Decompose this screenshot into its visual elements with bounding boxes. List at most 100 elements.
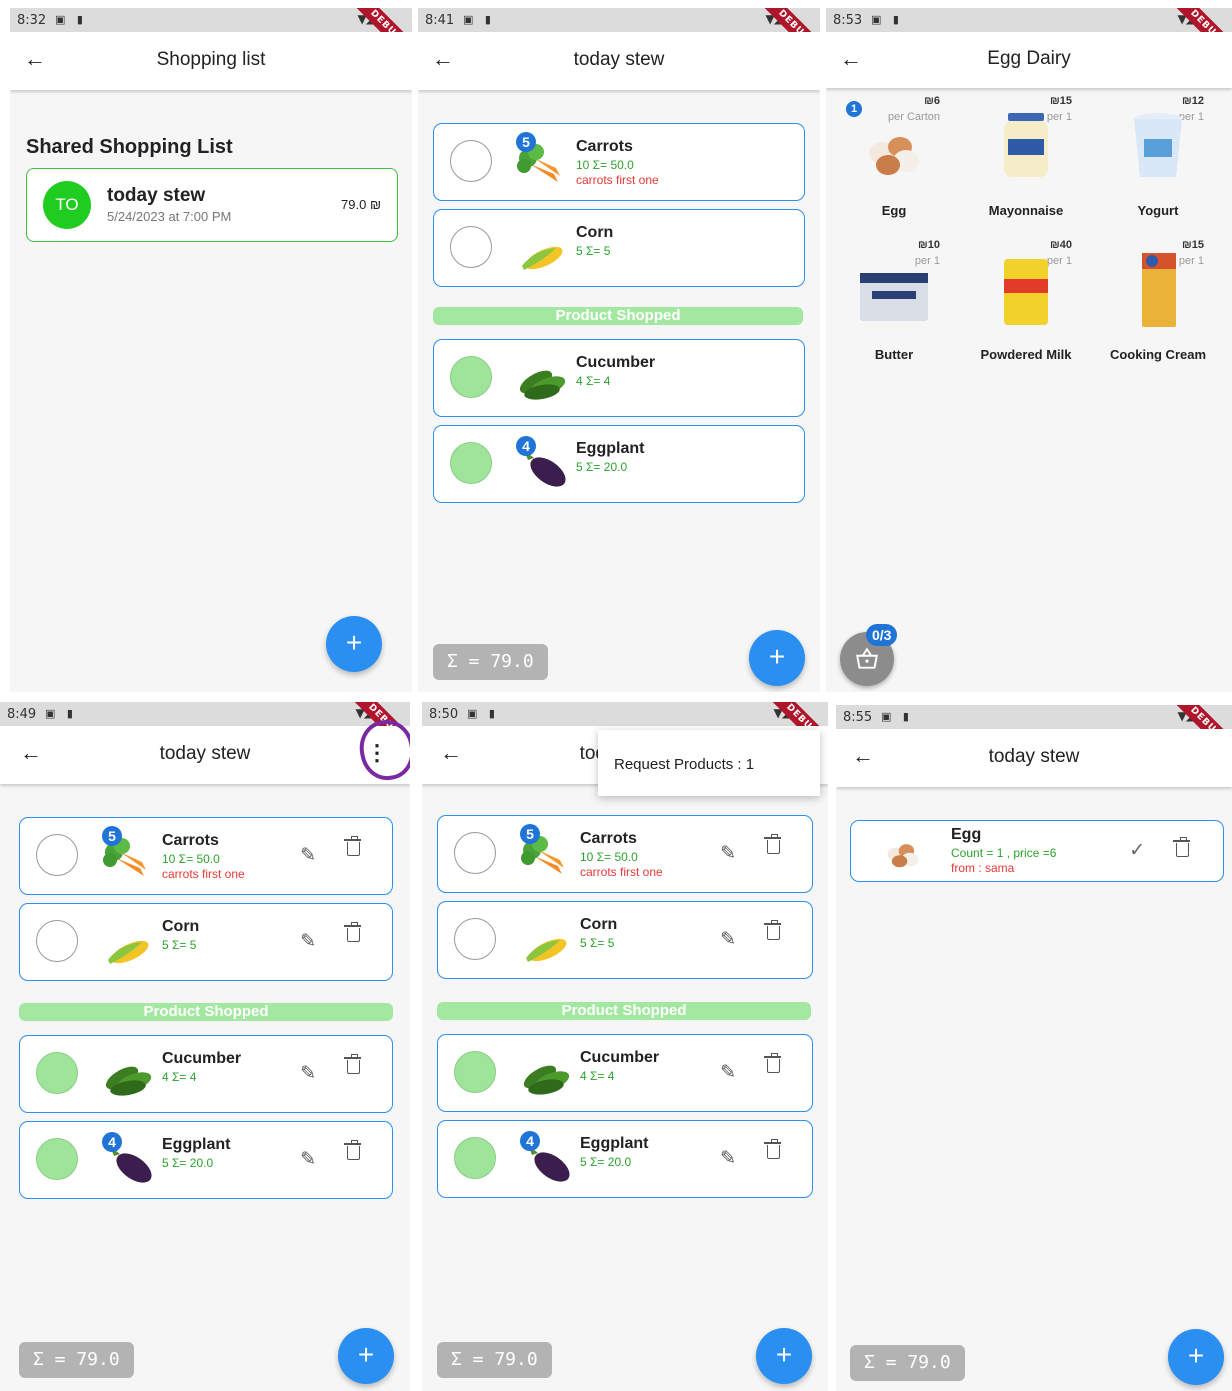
screen-shopping-list: 8:32 ▣ ▮ ▼◢ DEBUG ← Shopping list Shared… [10, 8, 412, 692]
check-circle[interactable] [454, 1051, 496, 1093]
item-name: Eggplant [580, 1135, 649, 1152]
check-circle[interactable] [36, 1138, 78, 1180]
quantity-badge: 5 [520, 824, 540, 844]
cucumber-image [523, 1065, 570, 1095]
page-title: today stew [573, 49, 665, 70]
check-circle[interactable] [36, 834, 78, 876]
app-bar: ← today stew [418, 32, 820, 90]
edit-pencil-icon[interactable]: ✎ [720, 1061, 736, 1084]
item-card-eggplant[interactable]: 4 Eggplant 5 Σ= 20.0 [433, 425, 805, 503]
request-card-egg[interactable]: Egg Count = 1 , price =6 from : sama ✓ [850, 820, 1224, 882]
notification-icons: ▣ ▮ [55, 13, 87, 26]
delete-trash-icon[interactable] [764, 1139, 781, 1159]
notification-icons: ▣ ▮ [463, 13, 495, 26]
delete-trash-icon[interactable] [764, 1053, 781, 1073]
delete-trash-icon[interactable] [764, 920, 781, 940]
check-circle[interactable] [450, 442, 492, 484]
status-bar: 8:50 ▣ ▮ ▼◢ [422, 702, 828, 726]
product-name: Cooking Cream [1109, 347, 1207, 362]
corn-image [522, 246, 563, 270]
check-circle[interactable] [454, 1137, 496, 1179]
product-tile-powdered-milk[interactable]: ₪40 per 1 Powdered Milk [960, 239, 1092, 379]
add-button[interactable]: + [338, 1328, 394, 1384]
product-name: Powdered Milk [980, 347, 1072, 362]
status-time: 8:50 [429, 707, 459, 722]
item-card-carrots[interactable]: 5 Carrots 10 Σ= 50.0 carrots first one [433, 123, 805, 201]
mayonnaise-jar-image [1004, 113, 1048, 177]
quantity-badge: 4 [102, 1132, 122, 1152]
check-circle[interactable] [454, 832, 496, 874]
check-circle[interactable] [454, 918, 496, 960]
item-quantity: 5 Σ= 5 [580, 936, 615, 950]
list-name: today stew [107, 185, 206, 206]
add-button[interactable]: + [1168, 1329, 1224, 1385]
product-tile-cooking-cream[interactable]: ₪15 per 1 Cooking Cream [1092, 239, 1224, 379]
edit-pencil-icon[interactable]: ✎ [720, 1147, 736, 1170]
add-button[interactable]: + [749, 630, 805, 686]
item-card-cucumber[interactable]: Cucumber 4 Σ= 4 ✎ [19, 1035, 393, 1113]
delete-trash-icon[interactable] [1173, 837, 1190, 857]
item-card-corn[interactable]: Corn 5 Σ= 5 ✎ [19, 903, 393, 981]
product-tile-butter[interactable]: ₪10 per 1 Butter [828, 239, 960, 379]
check-circle[interactable] [36, 920, 78, 962]
cucumber-image [105, 1066, 152, 1096]
item-quantity: 5 Σ= 20.0 [576, 460, 628, 474]
total-chip: Σ = 79.0 [433, 644, 548, 680]
status-bar: 8:49 ▣ ▮ ▼◢ [0, 702, 410, 726]
quantity-badge: 5 [516, 132, 536, 152]
accept-check-icon[interactable]: ✓ [1129, 839, 1145, 862]
item-quantity: 4 Σ= 4 [162, 1070, 197, 1084]
edit-pencil-icon[interactable]: ✎ [300, 1148, 316, 1171]
edit-pencil-icon[interactable]: ✎ [300, 930, 316, 953]
item-quantity: 4 Σ= 4 [580, 1069, 615, 1083]
item-card-carrots[interactable]: 5 Carrots 10 Σ= 50.0 carrots first one ✎ [437, 815, 813, 893]
delete-trash-icon[interactable] [344, 836, 361, 856]
total-chip: Σ = 79.0 [850, 1345, 965, 1381]
quantity-badge: 5 [102, 826, 122, 846]
section-title: Shared Shopping List [26, 136, 233, 158]
delete-trash-icon[interactable] [344, 922, 361, 942]
item-card-corn[interactable]: Corn 5 Σ= 5 ✎ [437, 901, 813, 979]
product-tile-yogurt[interactable]: ₪12 per 1 Yogurt [1092, 95, 1224, 235]
check-circle[interactable] [450, 226, 492, 268]
product-shopped-header: Product Shopped [437, 1002, 811, 1020]
add-button[interactable]: + [326, 616, 382, 672]
status-time: 8:49 [7, 707, 37, 722]
add-button[interactable]: + [756, 1328, 812, 1384]
shopping-list-card[interactable]: TO today stew 5/24/2023 at 7:00 PM 79.0 … [26, 168, 398, 242]
notification-icons: ▣ ▮ [45, 707, 77, 720]
item-card-eggplant[interactable]: 4 Eggplant 5 Σ= 20.0 ✎ [19, 1121, 393, 1199]
status-bar: 8:55 ▣ ▮ ▼◢ [836, 705, 1232, 729]
edit-pencil-icon[interactable]: ✎ [300, 844, 316, 867]
edit-pencil-icon[interactable]: ✎ [300, 1062, 316, 1085]
app-bar: ← Shopping list [10, 32, 412, 90]
edit-pencil-icon[interactable]: ✎ [720, 842, 736, 865]
item-name: Eggplant [162, 1136, 231, 1153]
product-shopped-header: Product Shopped [433, 307, 803, 325]
delete-trash-icon[interactable] [344, 1140, 361, 1160]
edit-pencil-icon[interactable]: ✎ [720, 928, 736, 951]
product-tile-egg[interactable]: 1 ₪6 per Carton Egg [828, 95, 960, 235]
egg-image [869, 137, 919, 175]
check-circle[interactable] [36, 1052, 78, 1094]
item-card-corn[interactable]: Corn 5 Σ= 5 [433, 209, 805, 287]
product-tile-mayonnaise[interactable]: ₪15 per 1 Mayonnaise [960, 95, 1092, 235]
check-circle[interactable] [450, 140, 492, 182]
delete-trash-icon[interactable] [764, 834, 781, 854]
overflow-menu: Request Products : 1 [598, 730, 820, 796]
item-name: Eggplant [576, 440, 645, 457]
product-name: Butter [874, 347, 914, 362]
cart-count-badge: 0/3 [866, 624, 898, 646]
delete-trash-icon[interactable] [344, 1054, 361, 1074]
notification-icons: ▣ ▮ [467, 707, 499, 720]
status-time: 8:32 [17, 13, 47, 28]
item-name: Corn [162, 918, 200, 935]
item-card-carrots[interactable]: 5 Carrots 10 Σ= 50.0 carrots first one ✎ [19, 817, 393, 895]
item-card-eggplant[interactable]: 4 Eggplant 5 Σ= 20.0 ✎ [437, 1120, 813, 1198]
menu-item-request-products[interactable]: Request Products : 1 [614, 756, 754, 773]
item-card-cucumber[interactable]: Cucumber 4 Σ= 4 ✎ [437, 1034, 813, 1112]
page-title: Egg Dairy [987, 48, 1071, 69]
avatar: TO [43, 181, 91, 229]
item-card-cucumber[interactable]: Cucumber 4 Σ= 4 [433, 339, 805, 417]
check-circle[interactable] [450, 356, 492, 398]
